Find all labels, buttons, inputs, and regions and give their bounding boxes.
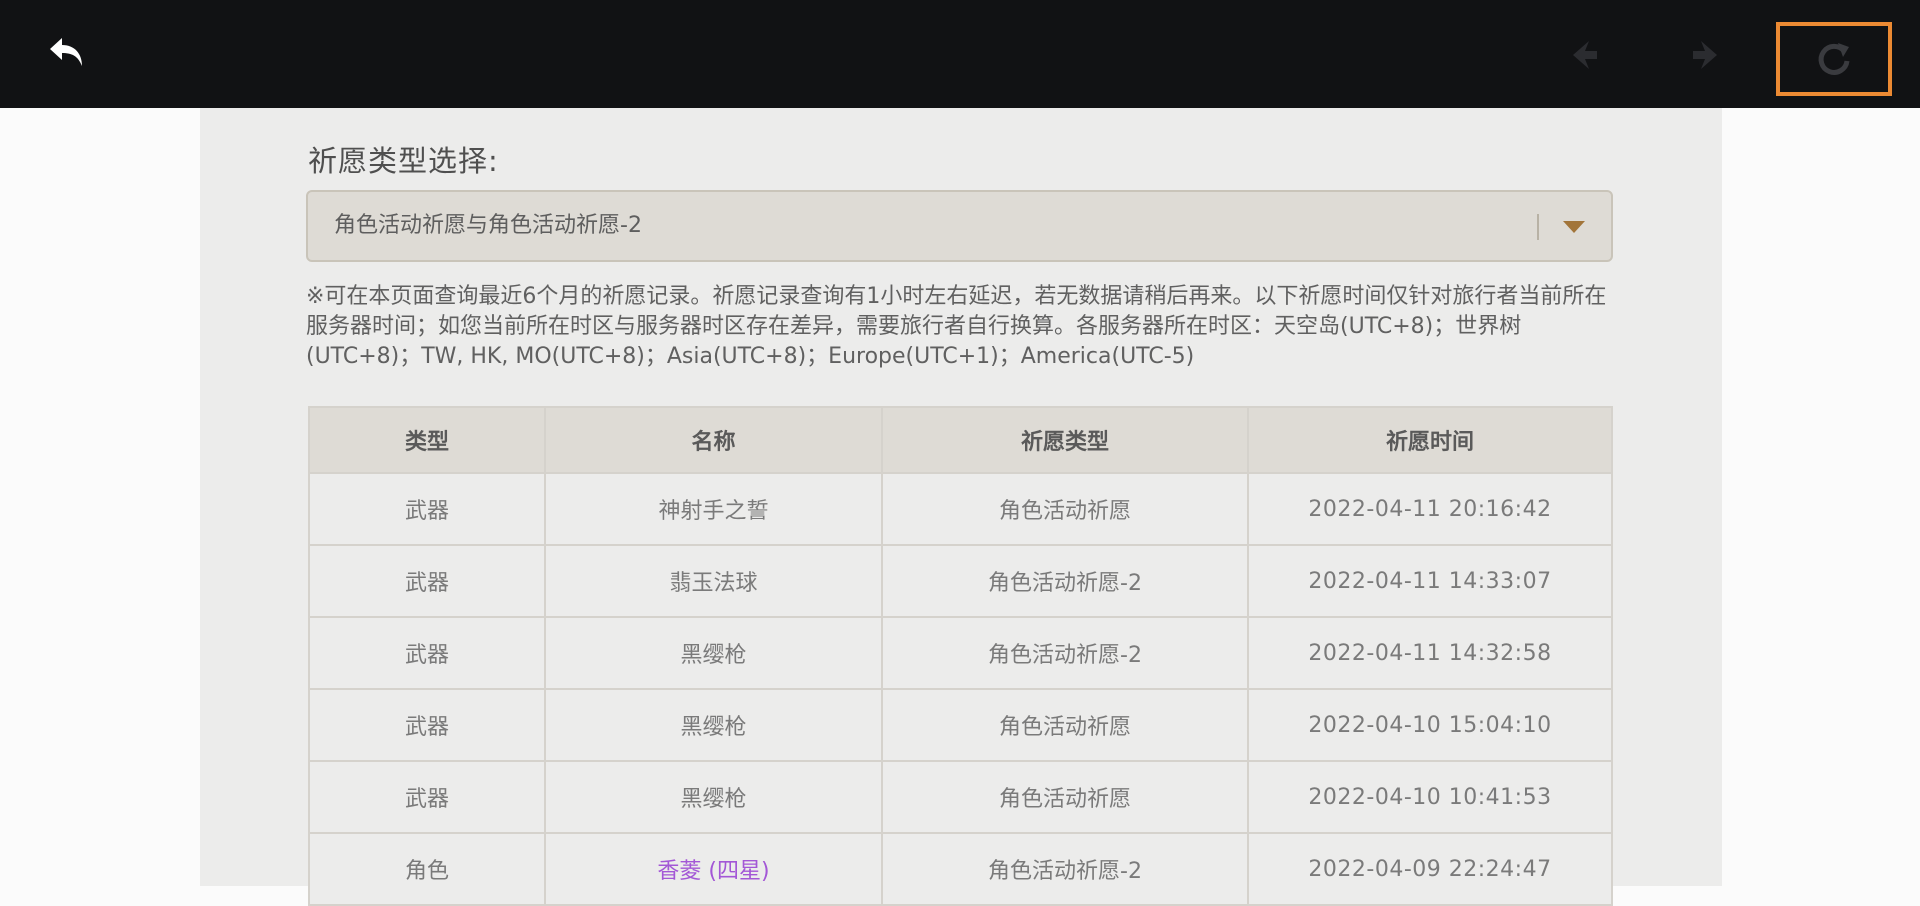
cell-name: 神射手之誓: [544, 472, 883, 546]
cell-name: 香菱 (四星): [544, 832, 883, 906]
table-row: 武器 翡玉法球 角色活动祈愿-2 2022-04-11 14:33:07: [308, 544, 1613, 618]
next-button[interactable]: [1680, 30, 1730, 80]
page-margin-right: [1722, 108, 1920, 886]
wish-type-select[interactable]: 角色活动祈愿与角色活动祈愿-2: [306, 190, 1613, 262]
cell-type: 武器: [308, 544, 546, 618]
wish-history-table: 类型 名称 祈愿类型 祈愿时间 武器 神射手之誓 角色活动祈愿 2022-04-…: [308, 406, 1613, 906]
table-header-row: 类型 名称 祈愿类型 祈愿时间: [308, 406, 1613, 474]
cell-wish-time: 2022-04-10 10:41:53: [1247, 760, 1613, 834]
next-arrow-icon: [1693, 41, 1717, 69]
header-wish-time: 祈愿时间: [1247, 406, 1613, 474]
wish-history-panel: 祈愿类型选择: 角色活动祈愿与角色活动祈愿-2 ※可在本页面查询最近6个月的祈愿…: [200, 108, 1722, 906]
cell-wish-time: 2022-04-11 20:16:42: [1247, 472, 1613, 546]
table-row: 武器 黑缨枪 角色活动祈愿 2022-04-10 15:04:10: [308, 688, 1613, 762]
table-row: 武器 黑缨枪 角色活动祈愿-2 2022-04-11 14:32:58: [308, 616, 1613, 690]
back-button[interactable]: [36, 28, 100, 80]
cell-wish-type: 角色活动祈愿-2: [881, 544, 1249, 618]
back-arrow-icon: [50, 38, 82, 66]
cell-wish-time: 2022-04-09 22:24:47: [1247, 832, 1613, 906]
table-row: 角色 香菱 (四星) 角色活动祈愿-2 2022-04-09 22:24:47: [308, 832, 1613, 906]
header-type: 类型: [308, 406, 546, 474]
refresh-button[interactable]: [1776, 22, 1892, 96]
cell-wish-time: 2022-04-10 15:04:10: [1247, 688, 1613, 762]
cell-type: 角色: [308, 832, 546, 906]
cell-type: 武器: [308, 760, 546, 834]
select-divider: [1537, 214, 1539, 240]
cell-wish-time: 2022-04-11 14:33:07: [1247, 544, 1613, 618]
cell-wish-type: 角色活动祈愿: [881, 760, 1249, 834]
table-row: 武器 黑缨枪 角色活动祈愿 2022-04-10 10:41:53: [308, 760, 1613, 834]
cell-type: 武器: [308, 616, 546, 690]
cell-wish-type: 角色活动祈愿-2: [881, 616, 1249, 690]
page-margin-left: [0, 108, 200, 886]
cell-type: 武器: [308, 472, 546, 546]
header-wish-type: 祈愿类型: [881, 406, 1249, 474]
wish-notice-text: ※可在本页面查询最近6个月的祈愿记录。祈愿记录查询有1小时左右延迟，若无数据请稍…: [306, 284, 1607, 369]
table-row: 武器 神射手之誓 角色活动祈愿 2022-04-11 20:16:42: [308, 472, 1613, 546]
refresh-icon: [1818, 43, 1850, 75]
cell-name: 黑缨枪: [544, 760, 883, 834]
cell-type: 武器: [308, 688, 546, 762]
cell-wish-type: 角色活动祈愿: [881, 688, 1249, 762]
chevron-down-icon: [1563, 221, 1585, 233]
prev-arrow-icon: [1573, 41, 1597, 69]
prev-button[interactable]: [1560, 30, 1610, 80]
cell-wish-type: 角色活动祈愿-2: [881, 832, 1249, 906]
cell-wish-time: 2022-04-11 14:32:58: [1247, 616, 1613, 690]
cell-name: 黑缨枪: [544, 616, 883, 690]
header-name: 名称: [544, 406, 883, 474]
wish-type-selected-value: 角色活动祈愿与角色活动祈愿-2: [334, 213, 642, 238]
top-toolbar: [0, 0, 1920, 108]
cell-name: 翡玉法球: [544, 544, 883, 618]
cell-name: 黑缨枪: [544, 688, 883, 762]
wish-type-label: 祈愿类型选择:: [308, 144, 499, 178]
cell-wish-type: 角色活动祈愿: [881, 472, 1249, 546]
